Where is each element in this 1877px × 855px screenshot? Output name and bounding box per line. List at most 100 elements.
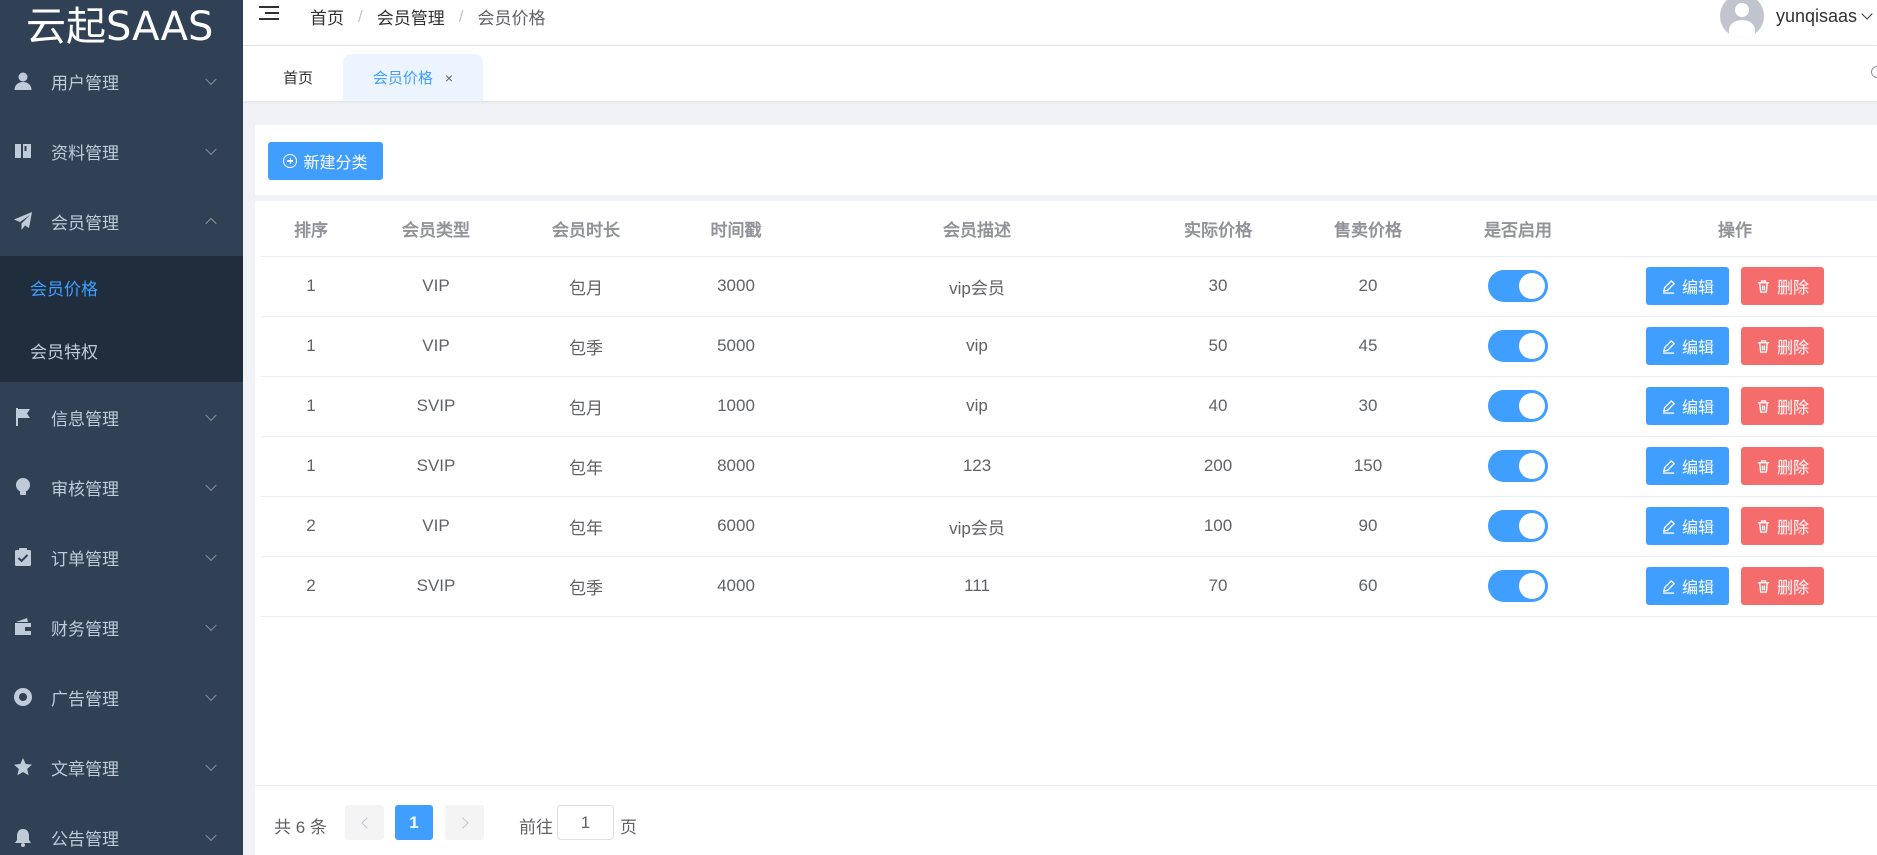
delete-button[interactable]: 删除 [1741,447,1824,485]
chevron-down-icon [205,73,217,86]
button-label: 编辑 [1681,280,1714,297]
chevron-down-icon [205,689,217,702]
menu-member-management[interactable]: 会员管理 [0,186,243,256]
table-header-row: 排序 会员类型 会员时长 时间戳 会员描述 实际价格 售卖价格 是否启用 操作 [261,201,1877,257]
menu-label: 信息管理 [51,409,119,429]
enabled-toggle[interactable] [1488,510,1548,542]
edit-button[interactable]: 编辑 [1646,387,1729,425]
menu-review-management[interactable]: 审核管理 [0,452,243,522]
submenu-member-price[interactable]: 会员价格 [0,256,243,319]
page-number-current[interactable]: 1 [395,805,433,840]
edit-icon [1662,399,1676,414]
cell-duration: 包季 [511,556,661,617]
menu-data-management[interactable]: 资料管理 [0,116,243,186]
delete-button[interactable]: 删除 [1741,567,1824,605]
cell-actions: 编辑 删除 [1593,376,1877,437]
edit-icon [1662,459,1676,474]
user-dropdown[interactable]: yunqisaas [1719,0,1873,38]
edit-button[interactable]: 编辑 [1646,267,1729,305]
column-header: 时间戳 [661,201,811,257]
chevron-down-icon [1861,8,1873,20]
menu-ad-management[interactable]: 广告管理 [0,662,243,732]
goto-page-input[interactable] [557,805,614,840]
table-row: 2 VIP 包年 6000 vip会员 100 90 编辑 删除 [261,496,1877,557]
cell-actions: 编辑 删除 [1593,316,1877,377]
menu-notice-management[interactable]: 公告管理 [0,802,243,855]
cell-sale: 90 [1293,496,1443,557]
breadcrumb-member-management[interactable]: 会员管理 [377,4,445,29]
delete-button[interactable]: 删除 [1741,507,1824,545]
cell-sale: 60 [1293,556,1443,617]
edit-button[interactable]: 编辑 [1646,507,1729,545]
refresh-icon[interactable] [1871,66,1877,78]
cell-actions: 编辑 删除 [1593,256,1877,317]
table-row: 1 SVIP 包年 8000 123 200 150 编辑 删除 [261,436,1877,497]
enabled-toggle[interactable] [1488,570,1548,602]
menu-info-management[interactable]: 信息管理 [0,382,243,452]
enabled-toggle[interactable] [1488,330,1548,362]
cell-desc: 111 [811,556,1143,617]
tag-member-price[interactable]: 会员价格 × [343,54,483,101]
chevron-down-icon [205,549,217,562]
star-icon [12,756,34,778]
cell-timestamp: 3000 [661,256,811,317]
pagination: 共 6 条 1 前往 页 [255,785,1877,855]
menu-order-management[interactable]: 订单管理 [0,522,243,592]
member-submenu: 会员价格 会员特权 [0,256,243,382]
cell-actual: 50 [1143,316,1293,377]
cell-sort: 2 [261,496,361,557]
trash-icon [1757,459,1770,473]
column-header: 会员描述 [811,201,1143,257]
table-row: 1 VIP 包月 3000 vip会员 30 20 编辑 删除 [261,256,1877,317]
table-card: 排序 会员类型 会员时长 时间戳 会员描述 实际价格 售卖价格 是否启用 操作 … [255,201,1877,855]
enabled-toggle[interactable] [1488,390,1548,422]
edit-button[interactable]: 编辑 [1646,447,1729,485]
cell-type: VIP [361,496,511,557]
column-header: 实际价格 [1143,201,1293,257]
cell-sale: 45 [1293,316,1443,377]
sidebar: 云起SAAS 用户管理 资料管理 会员管理 会员价格 会员特权 信息管理 审核管… [0,0,243,855]
cell-sort: 1 [261,316,361,377]
chevron-left-icon [360,816,373,829]
breadcrumb-separator: / [358,6,363,26]
enabled-toggle[interactable] [1488,450,1548,482]
username[interactable]: yunqisaas [1776,6,1857,27]
cell-duration: 包月 [511,256,661,317]
button-label: 编辑 [1681,520,1714,537]
book-icon [12,140,34,162]
tag-home[interactable]: 首页 [260,54,336,101]
menu-article-management[interactable]: 文章管理 [0,732,243,802]
cell-sale: 30 [1293,376,1443,437]
avatar[interactable] [1719,0,1764,38]
new-category-button[interactable]: 新建分类 [268,142,383,180]
next-page-button[interactable] [445,805,484,840]
edit-button[interactable]: 编辑 [1646,327,1729,365]
cell-timestamp: 5000 [661,316,811,377]
trash-icon [1757,279,1770,293]
delete-button[interactable]: 删除 [1741,387,1824,425]
menu-user-management[interactable]: 用户管理 [0,46,243,116]
breadcrumb-home[interactable]: 首页 [310,4,344,29]
delete-button[interactable]: 删除 [1741,327,1824,365]
submenu-member-privilege[interactable]: 会员特权 [0,319,243,382]
close-icon[interactable]: × [445,70,453,86]
chevron-down-icon [205,829,217,842]
delete-button[interactable]: 删除 [1741,267,1824,305]
hamburger-icon[interactable] [259,6,279,22]
enabled-toggle[interactable] [1488,270,1548,302]
edit-button[interactable]: 编辑 [1646,567,1729,605]
menu-label: 文章管理 [51,759,119,779]
edit-icon [1662,579,1676,594]
menu-label: 公告管理 [51,829,119,849]
cell-sort: 1 [261,376,361,437]
edit-icon [1662,339,1676,354]
button-label: 新建分类 [303,155,368,172]
cell-timestamp: 8000 [661,436,811,497]
cell-timestamp: 1000 [661,376,811,437]
prev-page-button[interactable] [345,805,384,840]
edit-icon [1662,519,1676,534]
cell-type: SVIP [361,556,511,617]
button-label: 删除 [1776,580,1809,597]
menu-finance-management[interactable]: 财务管理 [0,592,243,662]
cell-type: VIP [361,256,511,317]
